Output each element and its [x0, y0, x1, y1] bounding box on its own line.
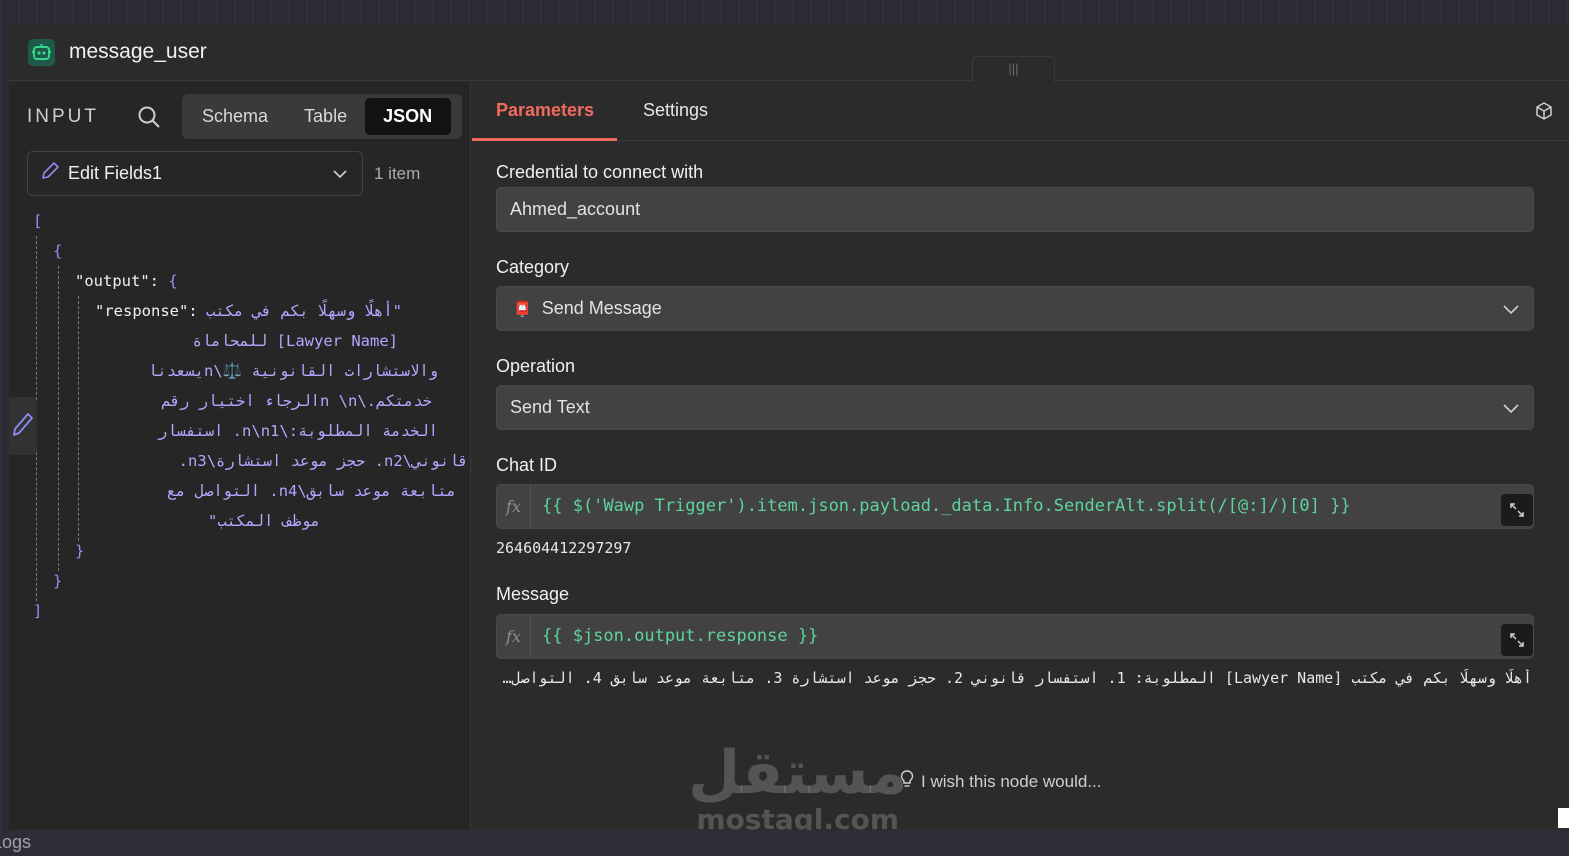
chevron-down-icon [1502, 399, 1520, 422]
watermark-arabic: مستقل [688, 738, 908, 808]
chevron-down-icon [1502, 300, 1520, 323]
pencil-icon [12, 411, 34, 442]
watermark: مستقل mostaql.com [688, 740, 907, 834]
view-mode-switch: Schema Table JSON [182, 94, 462, 139]
category-value: Send Message [541, 298, 662, 318]
json-string-line: "أهلًا وسهلًا بكم في مكتب [206, 302, 402, 320]
robot-icon [28, 39, 55, 66]
credential-label: Credential to connect with [496, 162, 704, 182]
json-string-line: موظف المكتب" [208, 512, 320, 530]
message-result: أهلًا وسهلًا بكم في مكتب [Lawyer Name] ا… [496, 669, 1532, 687]
json-close-bracket: ] [33, 602, 43, 620]
json-close-inner-brace: } [75, 542, 85, 560]
operation-label: Operation [496, 356, 576, 376]
modal-header: message_user [9, 24, 1569, 81]
parameters-tabs: Parameters Settings [472, 82, 1569, 141]
search-icon[interactable] [137, 105, 161, 129]
message-label: Message [496, 584, 570, 604]
fx-icon: fx [497, 485, 531, 528]
view-table-option[interactable]: Table [285, 98, 365, 135]
panel-drag-handle[interactable]: ||| [972, 56, 1055, 82]
tab-parameters[interactable]: Parameters [472, 100, 618, 141]
input-panel-title: INPUT [27, 106, 99, 127]
chevron-down-icon [332, 166, 348, 187]
credential-value: Ahmed_account [510, 199, 641, 219]
json-open-bracket: [ [33, 212, 43, 230]
json-string-line: متابعة موعد سابق\n4. التواصل مع [166, 482, 456, 500]
json-key-output: "output": [75, 272, 159, 290]
feedback-text: I wish this node would... [921, 771, 1102, 791]
input-node-selector[interactable]: Edit Fields1 [27, 151, 363, 196]
node-title[interactable]: message_user [69, 40, 207, 64]
chat-id-expression: {{ $('Wawp Trigger').item.json.payload._… [542, 496, 1351, 516]
fx-icon: fx [497, 615, 531, 658]
scroll-corner [1558, 808, 1569, 828]
parameters-panel: Parameters Settings Credential to connec… [472, 82, 1569, 830]
mailbox-icon: 📮 [513, 300, 532, 318]
chat-id-result: 264604412297297 [496, 539, 632, 557]
json-output-line: "output": { [75, 272, 178, 290]
category-label: Category [496, 257, 570, 277]
view-schema-option[interactable]: Schema [186, 98, 285, 135]
input-panel: INPUT Schema Table JSON Edit Fields1 1 i… [9, 82, 471, 830]
pencil-icon [40, 161, 60, 186]
item-count: 1 item [374, 164, 421, 183]
operation-value: Send Text [510, 397, 590, 417]
credential-select[interactable]: Ahmed_account [496, 187, 1534, 232]
chat-id-expression-input[interactable]: fx {{ $('Wawp Trigger').item.json.payloa… [496, 484, 1534, 529]
input-node-name: Edit Fields1 [68, 163, 163, 183]
operation-select[interactable]: Send Text [496, 385, 1534, 430]
json-open-brace: { [53, 242, 63, 260]
json-string-line: خدمتكم.\n \nالرجاء اختيار رقم [161, 392, 432, 410]
feedback-link[interactable]: I wish this node would... [900, 770, 1101, 793]
expand-editor-button[interactable] [1501, 494, 1533, 526]
expand-editor-button[interactable] [1501, 624, 1533, 656]
json-close-outer-brace: } [53, 572, 63, 590]
category-select[interactable]: 📮 Send Message [496, 286, 1534, 331]
message-expression-input[interactable]: fx {{ $json.output.response }} [496, 614, 1534, 659]
message-expression: {{ $json.output.response }} [542, 626, 819, 646]
logs-bar[interactable] [0, 830, 1569, 856]
json-viewer: [ { "output": { "response": "أهلًا وسهلً… [33, 212, 468, 622]
cube-icon[interactable] [1535, 102, 1553, 125]
json-output-brace: { [168, 272, 178, 290]
edit-output-tab[interactable] [9, 397, 37, 455]
json-string-line: [Lawyer Name] للمحاماة [192, 332, 398, 350]
view-json-option[interactable]: JSON [365, 98, 452, 135]
json-string-line: قانوني\n2. حجز موعد استشارة\n3. [178, 452, 468, 470]
node-details-modal: message_user ||| INPUT Schema Table JSON… [9, 24, 1569, 830]
json-string-line: والاستشارات القانونية ⚖️\nيسعدنا [148, 362, 438, 380]
logs-label[interactable]: Logs [0, 832, 31, 853]
tab-settings[interactable]: Settings [643, 100, 708, 141]
chat-id-label: Chat ID [496, 455, 558, 475]
json-key-response: "response": [95, 302, 198, 320]
json-string-line: الخدمة المطلوبة:\n\n1. استفسار [158, 422, 438, 440]
